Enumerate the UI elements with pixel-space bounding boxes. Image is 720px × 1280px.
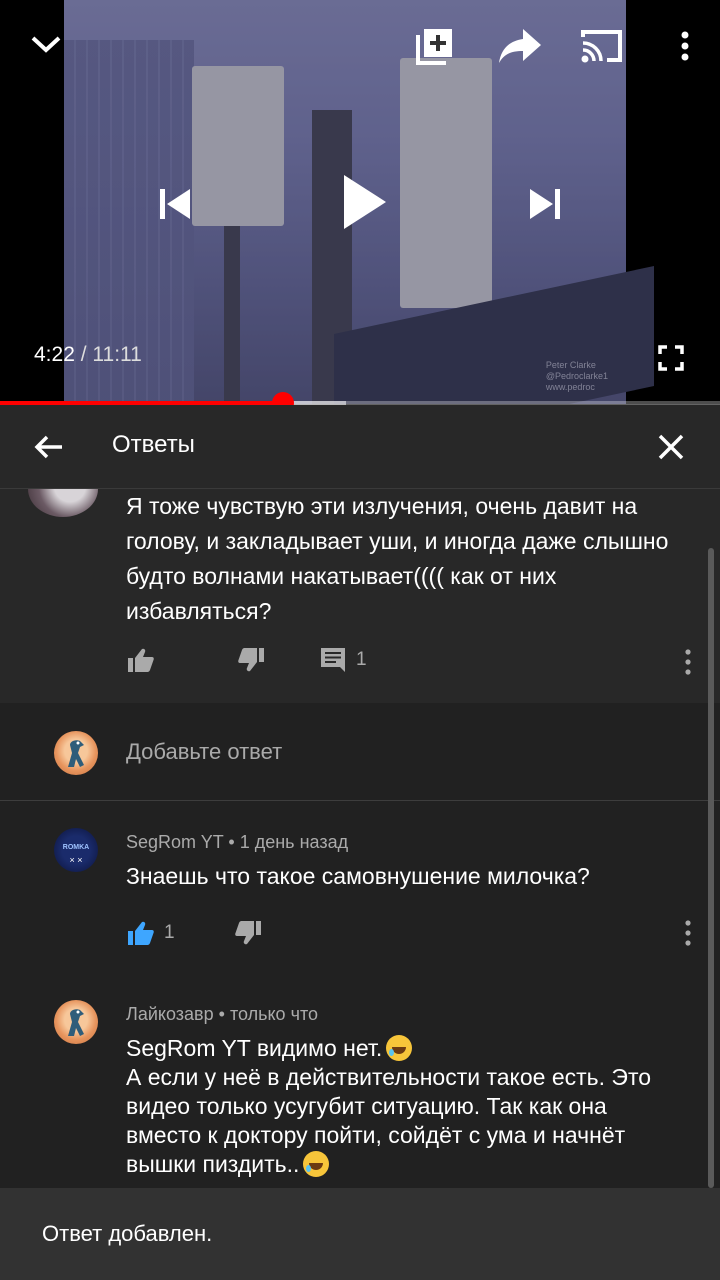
cast-icon — [581, 30, 622, 63]
dislike-button[interactable] — [233, 918, 263, 948]
like-button[interactable] — [126, 645, 156, 675]
play-button[interactable] — [334, 166, 396, 238]
reply-meta: SegRom YT • 1 день назад — [126, 832, 348, 853]
reply-menu-button[interactable] — [676, 918, 700, 948]
reply-text: SegRom YT видимо нет. А если у неё в дей… — [126, 1034, 686, 1179]
reply-input[interactable]: Добавьте ответ — [126, 739, 282, 765]
snackbar: Ответ добавлен. — [0, 1188, 720, 1280]
close-button[interactable] — [648, 425, 694, 469]
add-reply-bar[interactable]: Добавьте ответ — [0, 703, 720, 801]
fullscreen-icon — [658, 345, 684, 371]
comment-menu-button[interactable] — [676, 647, 700, 677]
dinosaur-icon — [68, 1009, 84, 1036]
panel-title: Ответы — [112, 431, 195, 458]
like-count: 1 — [164, 922, 175, 943]
video-player[interactable]: Peter Clarke @Pedroclarke1 www.pedroc 4:… — [0, 0, 720, 404]
play-icon — [344, 175, 386, 229]
next-button[interactable] — [520, 180, 570, 228]
chevron-down-icon — [31, 36, 61, 53]
current-time: 4:22 — [34, 343, 75, 366]
parent-comment: Я тоже чувствую эти излучения, очень дав… — [0, 489, 720, 703]
fullscreen-button[interactable] — [648, 336, 694, 380]
share-icon — [499, 29, 541, 63]
dinosaur-icon — [68, 740, 84, 767]
avatar-label: ROMKA — [62, 844, 90, 851]
reply-text: Знаешь что такое самовнушение милочка? — [126, 863, 590, 889]
arrow-back-icon — [34, 435, 62, 459]
reply-actions: 1 — [126, 918, 263, 948]
rofl-emoji-icon — [303, 1151, 330, 1177]
cast-button[interactable] — [578, 24, 626, 68]
avatar[interactable]: ROMKA × × — [54, 828, 98, 872]
add-to-playlist-button[interactable] — [412, 24, 458, 68]
playlist-add-icon — [416, 29, 452, 65]
more-vert-icon — [681, 31, 689, 61]
time-display: 4:22 / 11:11 — [34, 343, 142, 367]
comment-text: Я тоже чувствую эти излучения, очень дав… — [126, 493, 669, 624]
avatar-decoration: × × — [69, 855, 83, 865]
time-separator: / — [80, 343, 87, 366]
skip-previous-icon — [160, 189, 190, 219]
minimize-button[interactable] — [22, 24, 70, 64]
replies-header: Ответы — [0, 405, 720, 489]
avatar[interactable] — [54, 1000, 98, 1044]
close-icon — [658, 434, 684, 460]
more-vert-icon — [685, 920, 691, 946]
dislike-button[interactable] — [236, 645, 266, 675]
rofl-emoji-icon — [386, 1035, 413, 1061]
scrollbar[interactable] — [708, 548, 714, 1188]
more-vert-icon — [685, 649, 691, 675]
reply-count: 1 — [356, 649, 367, 670]
thumb-up-icon — [128, 648, 154, 672]
more-options-button[interactable] — [670, 26, 700, 66]
meta-dot: • — [228, 832, 240, 852]
thumb-down-icon — [238, 648, 264, 672]
thumb-down-icon — [234, 921, 261, 945]
reply-line: А если у неё в действительности такое ес… — [126, 1063, 686, 1179]
reply-line-text: А если у неё в действительности такое ес… — [126, 1064, 652, 1177]
duration: 11:11 — [92, 343, 142, 366]
timestamp[interactable]: только что — [230, 1004, 318, 1024]
skip-next-icon — [530, 189, 560, 219]
back-button[interactable] — [26, 425, 72, 469]
timestamp[interactable]: 1 день назад — [240, 832, 348, 852]
reply-line-text: SegRom YT видимо нет. — [126, 1035, 383, 1061]
user-avatar — [54, 731, 98, 775]
reply-meta: Лайкозавр • только что — [126, 1004, 318, 1025]
comment-icon — [321, 648, 345, 672]
comment-actions: 1 — [126, 645, 367, 675]
thumb-up-icon — [128, 921, 154, 945]
meta-dot: • — [218, 1004, 230, 1024]
author-name[interactable]: Лайкозавр — [126, 1004, 214, 1024]
reply-button[interactable] — [318, 645, 348, 675]
like-button[interactable] — [126, 918, 156, 948]
reply-line: SegRom YT видимо нет. — [126, 1034, 686, 1063]
previous-button[interactable] — [150, 180, 200, 228]
author-name[interactable]: SegRom YT — [126, 832, 223, 852]
share-button[interactable] — [496, 24, 544, 68]
avatar[interactable] — [28, 489, 98, 517]
snackbar-message: Ответ добавлен. — [42, 1221, 213, 1246]
